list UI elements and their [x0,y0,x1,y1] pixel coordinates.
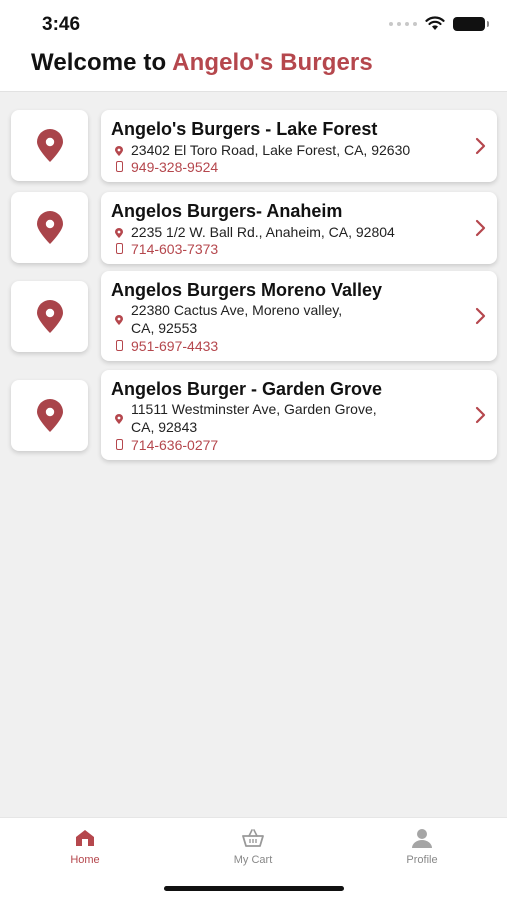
phone-icon [116,243,123,254]
location-small-icon [115,228,123,238]
store-row[interactable]: Angelos Burgers- Anaheim 2235 1/2 W. Bal… [0,190,507,266]
phone-icon [116,340,123,351]
map-pin-icon [36,128,63,162]
store-row[interactable]: Angelo's Burgers - Lake Forest 23402 El … [0,108,507,184]
store-address-line2: CA, 92843 [131,419,198,435]
basket-icon [242,829,264,847]
phone-icon [116,161,123,172]
person-icon [412,829,432,848]
tab-my-cart[interactable]: My Cart [193,828,313,866]
phone-icon [116,439,123,450]
store-phone[interactable]: 714-603-7373 [131,241,218,257]
store-card[interactable]: Angelos Burgers Moreno Valley 22380 Cact… [101,271,497,361]
page-title: Welcome to Angelo's Burgers [31,49,373,77]
store-address: 11511 Westminster Ave, Garden Grove, [131,401,377,417]
store-pin-tile[interactable] [11,281,88,352]
store-card[interactable]: Angelo's Burgers - Lake Forest 23402 El … [101,110,497,182]
status-icons [389,16,489,31]
tab-label: Profile [406,854,438,866]
tab-label: My Cart [233,854,273,866]
store-address: 22380 Cactus Ave, Moreno valley, [131,302,343,318]
store-name: Angelos Burgers- Anaheim [111,201,343,221]
home-indicator [164,886,344,891]
status-time: 3:46 [42,14,81,35]
wifi-icon [425,16,445,30]
store-phone[interactable]: 714-636-0277 [131,437,218,453]
chevron-right-icon[interactable] [473,405,487,425]
location-small-icon [115,146,123,156]
store-phone[interactable]: 951-697-4433 [131,338,218,354]
store-pin-tile[interactable] [11,110,88,181]
map-pin-icon [36,299,63,333]
store-phone[interactable]: 949-328-9524 [131,159,218,175]
store-row[interactable]: Angelos Burger - Garden Grove 11511 West… [0,370,507,464]
store-address: 23402 El Toro Road, Lake Forest, CA, 926… [131,142,411,158]
chevron-right-icon[interactable] [473,306,487,326]
tab-home[interactable]: Home [25,828,145,866]
chevron-right-icon[interactable] [473,136,487,156]
store-pin-tile[interactable] [11,380,88,451]
chevron-right-icon[interactable] [473,218,487,238]
battery-icon [453,16,489,31]
store-row[interactable]: Angelos Burgers Moreno Valley 22380 Cact… [0,271,507,365]
location-small-icon [115,315,123,325]
tab-label: Home [70,854,100,866]
tab-profile[interactable]: Profile [362,828,482,866]
store-pin-tile[interactable] [11,192,88,263]
store-card[interactable]: Angelos Burgers- Anaheim 2235 1/2 W. Bal… [101,192,497,264]
store-name: Angelos Burger - Garden Grove [111,379,383,399]
store-address: 2235 1/2 W. Ball Rd., Anaheim, CA, 92804 [131,224,395,240]
signal-icon [389,21,417,26]
location-small-icon [115,414,123,424]
home-icon [76,830,94,846]
store-card[interactable]: Angelos Burger - Garden Grove 11511 West… [101,370,497,460]
map-pin-icon [36,398,63,432]
header-bar: 3:46 Welcome to Angelo's Burgers [0,0,507,92]
store-name: Angelos Burgers Moreno Valley [111,280,383,300]
brand-name: Angelo's Burgers [172,49,373,76]
app-screen: 3:46 Welcome to Angelo's Burgers Angelo'… [0,0,507,900]
store-name: Angelo's Burgers - Lake Forest [111,119,378,139]
welcome-text: Welcome to [31,49,173,76]
map-pin-icon [36,210,63,244]
store-address-line2: CA, 92553 [131,320,198,336]
